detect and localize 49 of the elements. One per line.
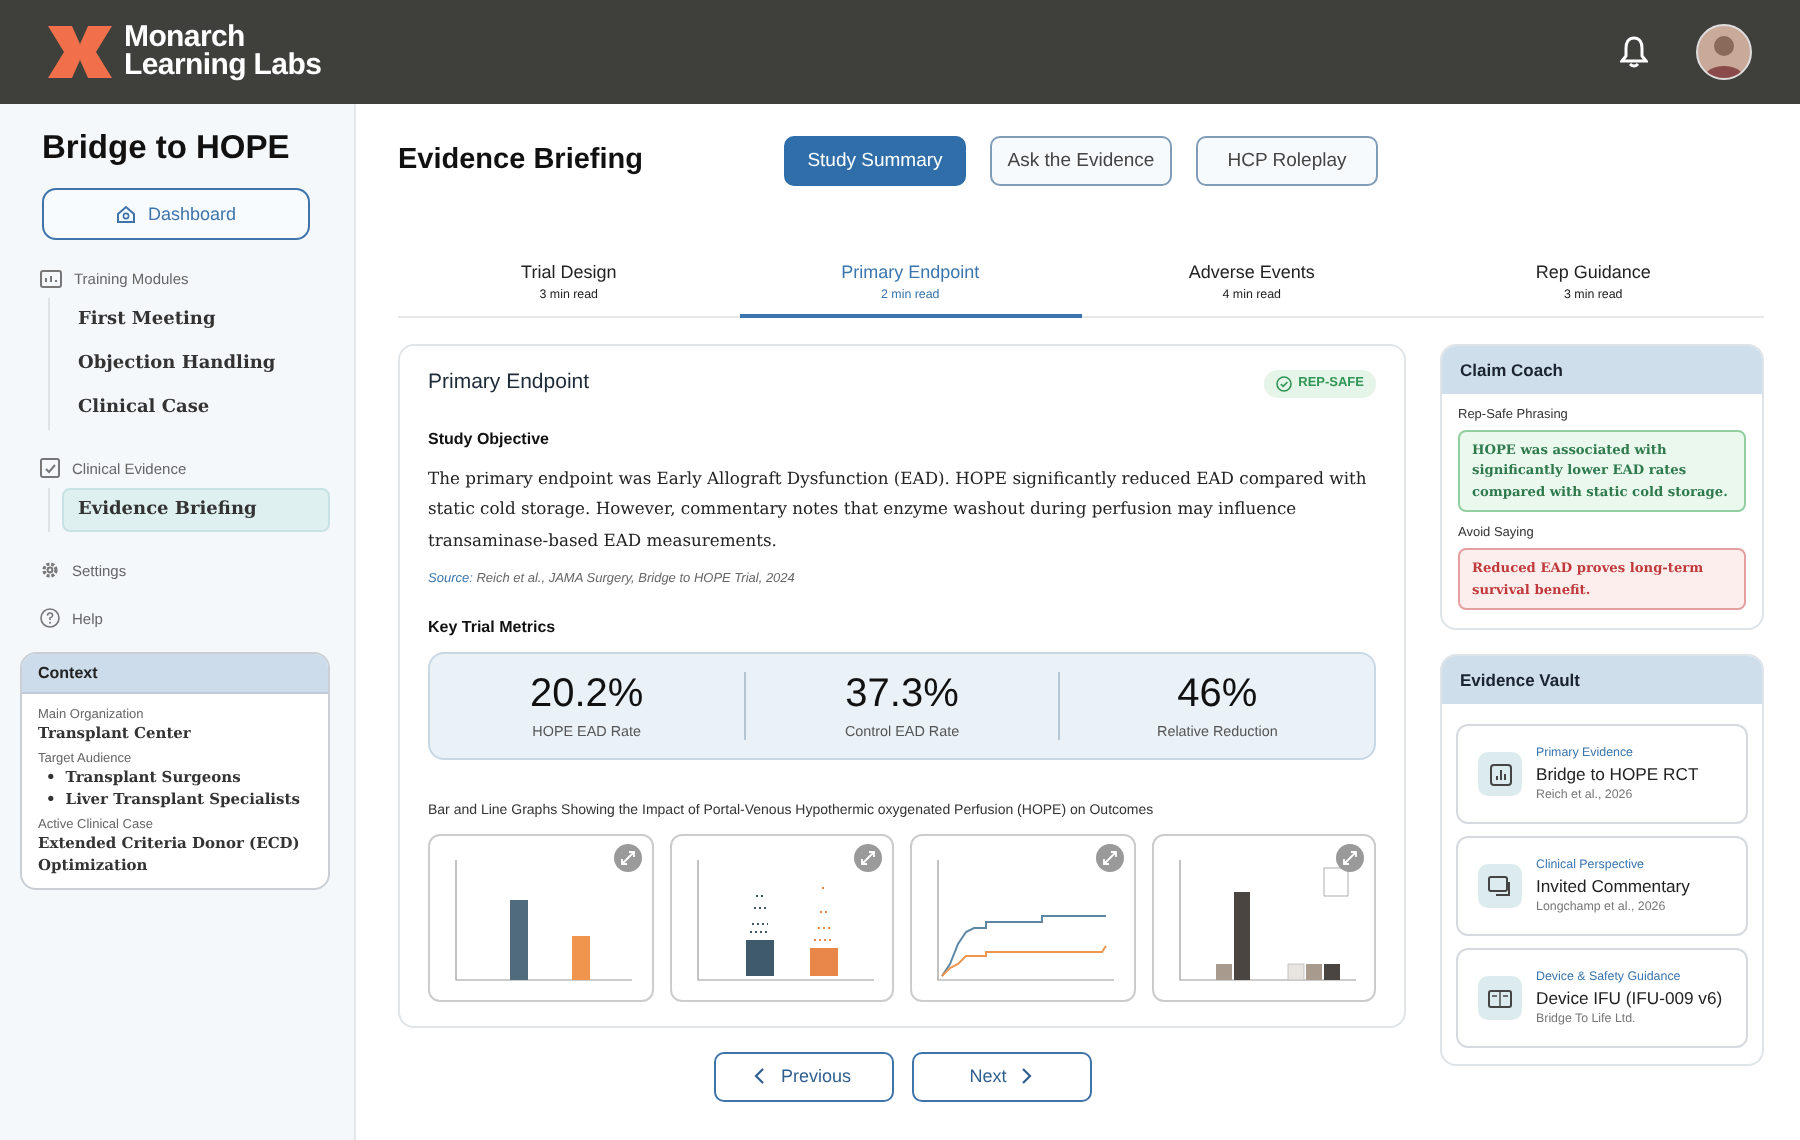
brand-name: Monarch: [124, 24, 247, 52]
nav-item[interactable]: First Meeting: [62, 298, 330, 342]
evidence-title: Invited Commentary: [1536, 876, 1690, 896]
section-heading: Study Objective: [428, 429, 551, 447]
brand-name: Learning Labs: [124, 52, 322, 80]
objective-paragraph: The primary endpoint was Early Allograft Dysfunction (EAD). HOPE significantly reduced EAD compared with static cold storage. However, commentary notes that enzyme washout during perfusion may influence transaminase-based EAD measurements.: [428, 465, 1369, 553]
expand-icon[interactable]: [854, 844, 882, 872]
page-title: Evidence Briefing: [398, 144, 645, 176]
check-circle-icon: [1276, 375, 1293, 391]
figure-thumbnail[interactable]: [1151, 834, 1376, 1002]
previous-button[interactable]: Previous: [713, 1051, 893, 1101]
presentation-icon: [40, 269, 62, 287]
chevron-right-icon: [1022, 1068, 1033, 1084]
panel-header: Claim Coach: [1442, 345, 1762, 393]
help-icon: [40, 608, 60, 628]
expand-icon[interactable]: [1336, 844, 1364, 872]
metric-value: 37.3%: [843, 672, 961, 716]
checklist-icon: [40, 458, 60, 478]
evidence-title: Device IFU (IFU-009 v6): [1536, 988, 1723, 1008]
expand-icon[interactable]: [613, 844, 641, 872]
metric-value: 20.2%: [527, 672, 646, 716]
figure-thumbnail[interactable]: [669, 834, 894, 1002]
book-icon: [1488, 989, 1512, 1007]
metric-value: 46%: [1175, 672, 1260, 716]
section-heading: Key Trial Metrics: [428, 618, 558, 636]
mode-button[interactable]: Study Summary: [784, 135, 966, 185]
dashboard-button[interactable]: Dashboard: [42, 188, 310, 240]
nav-item[interactable]: Evidence Briefing: [62, 488, 330, 532]
next-button[interactable]: Next: [911, 1051, 1091, 1101]
figure-thumbnail[interactable]: [428, 834, 653, 1002]
evidence-title: Bridge to HOPE RCT: [1536, 764, 1699, 784]
nav-item[interactable]: Objection Handling: [62, 342, 330, 386]
settings-icon: [40, 560, 60, 580]
mode-button[interactable]: HCP Roleplay: [1196, 135, 1378, 185]
card-title: Primary Endpoint: [428, 369, 590, 393]
expand-icon[interactable]: [1095, 844, 1123, 872]
panel-header: Evidence Vault: [1442, 656, 1762, 704]
bar-chart-icon: [1489, 763, 1511, 785]
home-icon: [115, 204, 136, 224]
sidebar-title: Bridge to HOPE: [42, 130, 292, 168]
chevron-left-icon: [754, 1068, 765, 1084]
user-avatar[interactable]: [1696, 24, 1752, 80]
chat-icon: [1488, 875, 1512, 897]
mode-button[interactable]: Ask the Evidence: [990, 135, 1172, 185]
card-header: Context: [22, 654, 328, 694]
nav-item[interactable]: Clinical Case: [62, 386, 330, 430]
logo-icon: [48, 26, 112, 78]
notification-bell-icon[interactable]: [1620, 36, 1648, 68]
figure-thumbnail[interactable]: [910, 834, 1135, 1002]
